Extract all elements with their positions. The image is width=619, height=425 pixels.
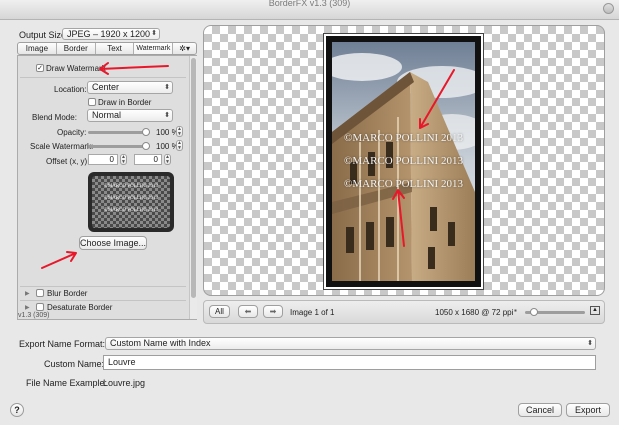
export-name-format-label: Export Name Format: [19,339,106,349]
page-indicator: Image 1 of 1 [290,308,335,317]
select-arrows-icon: ⬍ [164,112,170,119]
disclosure-triangle-icon[interactable]: ▶ [25,304,30,311]
desaturate-border-label: Desaturate Border [47,303,113,312]
custom-name-label: Custom Name: [44,359,105,369]
opacity-label: Opacity: [57,128,87,137]
divider [20,300,186,301]
zoom-out-icon[interactable]: ▪ [514,306,517,315]
choose-image-button[interactable]: Choose Image... [79,236,147,250]
thumb-watermark-line: ©MARCO POLLINI 2013 [103,196,159,201]
offset-y-stepper[interactable]: ▲ ▼ [164,154,171,165]
thumb-watermark-line: ©MARCO POLLINI 2013 [103,184,159,189]
output-size-value: JPEG – 1920 x 1200 [67,29,151,39]
export-button[interactable]: Export [566,403,610,417]
draw-watermark-checkbox[interactable]: ✓ [36,64,44,72]
gear-menu-icon[interactable]: ✲▾ [173,43,196,54]
watermark-thumbnail-image: ©MARCO POLLINI 2013 ©MARCO POLLINI 2013 … [92,176,170,228]
location-value: Center [92,82,120,92]
custom-name-input[interactable]: Louvre [103,355,596,370]
watermark-line: ©MARCO POLLINI 2013 [344,155,463,167]
zoom-slider[interactable] [525,308,585,316]
select-arrows-icon: ⬍ [164,84,170,91]
opacity-stepper[interactable]: ▲ ▼ [176,126,183,137]
zoom-in-icon[interactable]: ▲ [590,306,600,315]
export-name-format-value: Custom Name with Index [110,338,211,348]
photo-black-border: ©MARCO POLLINI 2013 ©MARCO POLLINI 2013 … [326,36,481,287]
blend-mode-value: Normal [92,110,122,120]
export-name-format-select[interactable]: Custom Name with Index ⬍ [105,337,596,350]
watermark-line: ©MARCO POLLINI 2013 [344,132,463,144]
watermark-line: ©MARCO POLLINI 2013 [344,178,463,190]
preview-photo-frame: ©MARCO POLLINI 2013 ©MARCO POLLINI 2013 … [323,33,484,290]
version-label: v1.3 (309) [18,312,50,319]
offset-label: Offset (x, y): [46,157,90,166]
blur-border-checkbox[interactable] [36,289,44,297]
draw-watermark-label: Draw Watermark [46,64,106,73]
tab-watermark[interactable]: Watermark [134,43,174,54]
cancel-button[interactable]: Cancel [518,403,562,417]
thumb-watermark-line: ©MARCO POLLINI 2013 [103,208,159,213]
window-close-button[interactable] [603,3,614,14]
scroll-thumb[interactable] [191,58,196,298]
title-bar: BorderFX v1.3 (309) [0,0,619,20]
divider [20,286,186,287]
scale-slider-knob[interactable] [142,142,150,150]
scale-stepper[interactable]: ▲ ▼ [176,140,183,151]
draw-in-border-label: Draw in Border [98,98,152,107]
left-arrow-icon[interactable]: ⬅ [238,305,258,318]
blend-mode-select[interactable]: Normal ⬍ [87,109,173,122]
location-label: Location: [54,85,87,94]
file-name-example-label: File Name Example: [26,378,108,388]
all-button[interactable]: All [209,305,230,318]
image-dimensions: 1050 x 1680 @ 72 ppi [435,308,514,317]
tab-image[interactable]: Image [18,43,57,54]
disclosure-triangle-icon[interactable]: ▶ [25,290,30,297]
file-name-example-value: Louvre.jpg [103,378,146,388]
select-arrows-icon: ⬍ [587,340,593,347]
select-arrows-icon: ⬍ [151,30,157,37]
divider [20,77,186,78]
tab-border[interactable]: Border [57,43,96,54]
location-select[interactable]: Center ⬍ [87,81,173,94]
offset-y-input[interactable]: 0 [134,154,162,165]
offset-x-input[interactable]: 0 [88,154,118,165]
draw-in-border-checkbox[interactable] [88,98,96,106]
offset-x-stepper[interactable]: ▲ ▼ [120,154,127,165]
desaturate-border-checkbox[interactable] [36,303,44,311]
opacity-slider[interactable] [88,128,150,136]
blend-mode-label: Blend Mode: [32,113,77,122]
tab-text[interactable]: Text [96,43,135,54]
help-button[interactable]: ? [10,403,24,417]
output-size-select[interactable]: JPEG – 1920 x 1200 ⬍ [62,28,160,40]
right-arrow-icon[interactable]: ➡ [263,305,283,318]
preview-photo: ©MARCO POLLINI 2013 ©MARCO POLLINI 2013 … [332,42,475,281]
window-title: BorderFX v1.3 (309) [268,0,351,8]
watermark-thumbnail: ©MARCO POLLINI 2013 ©MARCO POLLINI 2013 … [88,172,174,232]
scale-slider[interactable] [88,142,150,150]
blur-border-label: Blur Border [47,289,88,298]
panel-scrollbar[interactable] [189,56,197,319]
scale-watermark-label: Scale Watermark: [30,142,94,151]
opacity-slider-knob[interactable] [142,128,150,136]
tab-bar: Image Border Text Watermark ✲▾ [17,42,197,55]
